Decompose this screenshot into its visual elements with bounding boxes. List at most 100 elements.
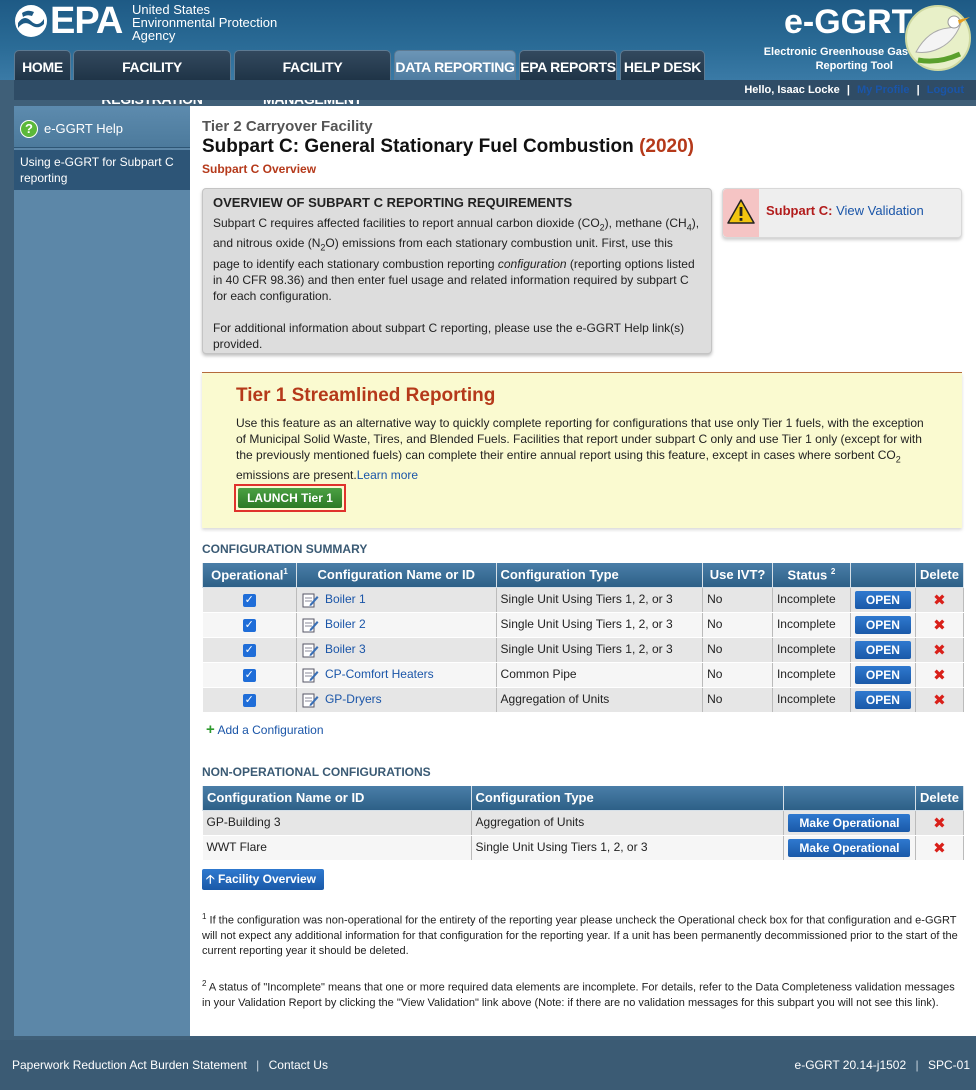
edit-document-icon [302,693,319,707]
operational-cell: ✓ [202,687,297,713]
operational-cell: ✓ [202,637,297,663]
config-name-cell: Boiler 2 [296,612,497,638]
paperwork-link[interactable]: Paperwork Reduction Act Burden Statement [12,1058,247,1072]
config-summary-heading: CONFIGURATION SUMMARY [202,542,368,556]
nav-tab-epa-reports[interactable]: EPA REPORTS [519,50,617,80]
text: emissions are present. [236,468,357,483]
make-operational-button[interactable]: Make Operational [788,813,911,832]
config-type-cell: Single Unit Using Tiers 1, 2, or 3 [496,612,704,638]
footer-links: Paperwork Reduction Act Burden Statement… [12,1058,328,1072]
superscript: 1 [283,567,288,577]
nav-tab-facility-registration[interactable]: FACILITY REGISTRATION [73,50,231,107]
overview-panel: OVERVIEW OF SUBPART C REPORTING REQUIREM… [202,188,712,354]
footnote-text: A status of "Incomplete" means that one … [202,981,955,1009]
config-type-cell: Aggregation of Units [496,687,704,713]
operational-checkbox[interactable]: ✓ [242,643,256,657]
facility-overview-button[interactable]: 🡡 Facility Overview [202,869,324,890]
site-header: EPA United States Environmental Protecti… [0,0,976,107]
open-button[interactable]: OPEN [854,665,911,684]
logout-link[interactable]: Logout [927,84,964,96]
delete-icon[interactable]: ✖ [933,693,946,708]
non-operational-table: Configuration Name or ID Configuration T… [202,786,965,861]
nav-tab-facility-management[interactable]: FACILITY MANAGEMENT [234,50,391,107]
open-button[interactable]: OPEN [854,615,911,634]
view-validation-link[interactable]: View Validation [836,203,924,218]
config-name-link[interactable]: Boiler 2 [325,617,366,631]
use-ivt-cell: No [702,662,773,688]
site-footer: Paperwork Reduction Act Burden Statement… [0,1040,976,1090]
operational-cell: ✓ [202,612,297,638]
text: configuration [497,256,567,271]
col-config-type: Configuration Type [495,563,704,588]
my-profile-link[interactable]: My Profile [857,84,910,96]
status-cell: Incomplete [772,662,851,688]
version-text: e-GGRT 20.14-j1502 [794,1058,907,1072]
eggrt-logo: e-GGRT Electronic Greenhouse Gas Reporti… [740,0,976,80]
add-configuration-link[interactable]: Add a Configuration [217,723,323,737]
validation-box: Subpart C: View Validation [722,188,962,238]
open-button[interactable]: OPEN [854,590,911,609]
separator: | [915,1058,919,1072]
config-name-link[interactable]: CP-Comfort Heaters [325,667,434,681]
user-bar: Hello, Isaac Locke | My Profile | Logout [14,80,976,100]
table-row: GP-Building 3 Aggregation of Units Make Op… [202,810,965,836]
delete-cell: ✖ [915,587,965,613]
delete-cell: ✖ [915,835,965,861]
contact-us-link[interactable]: Contact Us [269,1058,328,1072]
config-type-cell: Aggregation of Units [471,810,784,836]
config-type-cell: Common Pipe [496,662,704,688]
main-content: Tier 2 Carryover Facility Subpart C: Gen… [190,106,976,1036]
nav-tab-home[interactable]: HOME [14,50,71,80]
delete-icon[interactable]: ✖ [933,841,946,856]
non-operational-heading: NON-OPERATIONAL CONFIGURATIONS [202,765,431,779]
operational-checkbox[interactable]: ✓ [242,618,256,632]
nav-tab-help-desk[interactable]: HELP DESK [620,50,705,80]
launch-tier1-button[interactable]: LAUNCH Tier 1 [238,488,342,508]
delete-icon[interactable]: ✖ [933,643,946,658]
config-name-link[interactable]: GP-Dryers [325,692,382,706]
help-link-subpart-c[interactable]: Using e-GGRT for Subpart C reporting [14,150,190,190]
epa-wordmark: EPA [50,0,123,42]
config-type-cell: Single Unit Using Tiers 1, 2, or 3 [496,587,704,613]
operational-checkbox[interactable]: ✓ [242,668,256,682]
col-label: Operational [211,567,284,583]
config-name-cell: GP-Dryers [296,687,497,713]
user-greeting: Hello, Isaac Locke [744,84,840,96]
config-name-link[interactable]: Boiler 1 [325,592,366,606]
warning-box [723,189,759,237]
table-row: WWT Flare Single Unit Using Tiers 1, 2, o… [202,835,965,861]
validation-text: Subpart C: View Validation [766,203,924,218]
col-delete: Delete [914,786,965,811]
help-header[interactable]: ? e-GGRT Help [14,106,190,148]
operational-checkbox[interactable]: ✓ [242,593,256,607]
delete-icon[interactable]: ✖ [933,593,946,608]
open-button[interactable]: OPEN [854,640,911,659]
table-row: ✓ CP-Comfort Heaters Common Pipe No Incomple… [202,662,965,688]
config-name-cell: Boiler 3 [296,637,497,663]
delete-icon[interactable]: ✖ [933,618,946,633]
make-operational-button[interactable]: Make Operational [788,838,911,857]
plus-icon: + [206,721,215,738]
overview-paragraph: For additional information about subpart… [213,320,685,351]
col-label: Status [787,567,828,583]
delete-icon[interactable]: ✖ [933,816,946,831]
config-name-cell: CP-Comfort Heaters [296,662,497,688]
question-icon: ? [20,120,38,138]
config-type-cell: Single Unit Using Tiers 1, 2, or 3 [496,637,704,663]
nav-tab-data-reporting[interactable]: DATA REPORTING [394,50,516,80]
epa-globe-icon [15,5,47,37]
learn-more-link[interactable]: Learn more [357,468,418,482]
col-action [782,786,916,811]
delete-icon[interactable]: ✖ [933,668,946,683]
add-configuration[interactable]: + Add a Configuration [206,721,324,738]
config-name-cell: GP-Building 3 [202,810,472,836]
table-row: ✓ Boiler 3 Single Unit Using Tiers 1, 2, o… [202,637,965,663]
open-button[interactable]: OPEN [854,690,911,709]
launch-highlight: LAUNCH Tier 1 [234,484,346,512]
config-name-link[interactable]: Boiler 3 [325,642,366,656]
footnote-1: 1 If the configuration was non-operation… [202,909,966,959]
table-row: ✓ GP-Dryers Aggregation of Units No Incomple… [202,687,965,713]
operational-checkbox[interactable]: ✓ [242,693,256,707]
eggrt-tagline: Electronic Greenhouse Gas [763,46,908,58]
delete-cell: ✖ [915,612,965,638]
